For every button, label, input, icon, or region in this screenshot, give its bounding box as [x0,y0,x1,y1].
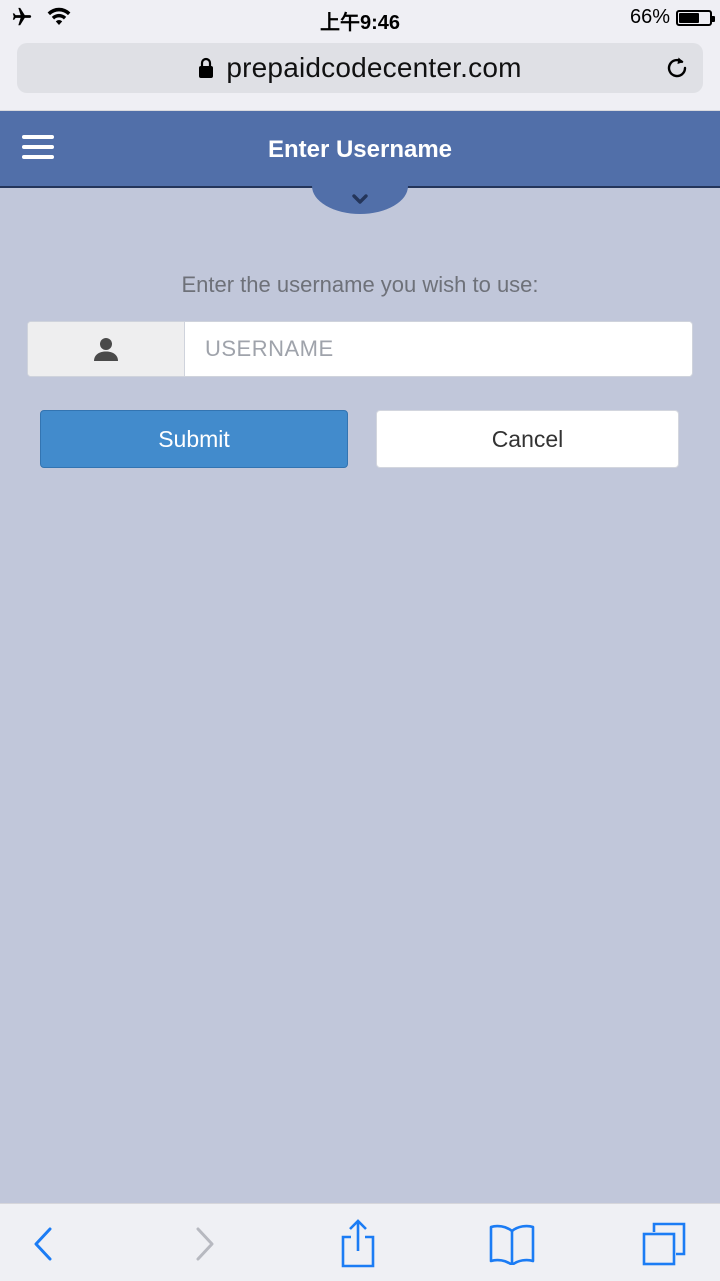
battery-level [679,12,699,23]
reload-icon[interactable] [663,54,691,82]
page-header: Enter Username [0,111,720,188]
book-icon [489,1224,535,1265]
back-button[interactable] [16,1216,72,1272]
status-right: 66% [629,6,715,29]
chevron-left-icon [34,1227,52,1261]
forward-button[interactable] [176,1216,232,1272]
browser-toolbar [0,1203,720,1281]
username-input-group [27,321,693,377]
url-wrap: prepaidcodecenter.com [17,43,703,93]
submit-button[interactable]: Submit [40,410,348,468]
browser-address-area: prepaidcodecenter.com [0,36,720,111]
username-prompt: Enter the username you wish to use: [181,272,539,297]
tabs-icon [642,1222,686,1266]
battery-percent: 66% [629,6,670,28]
user-icon [94,338,118,361]
url-text: prepaidcodecenter.com [226,52,522,83]
battery-icon [676,9,715,26]
status-time: 上午9:46 [319,12,401,34]
page-title: Enter Username [267,136,453,163]
address-bar[interactable]: prepaidcodecenter.com [17,43,703,93]
chevron-right-icon [196,1227,214,1261]
tabs-button[interactable] [636,1216,692,1272]
lock-icon [199,57,214,78]
status-bar: 上午9:46 66% [0,0,720,36]
header-expand-tab[interactable] [312,186,408,214]
bookmarks-button[interactable] [484,1216,540,1272]
share-button[interactable] [330,1216,386,1272]
chevron-down-icon [352,194,368,204]
username-input[interactable] [185,322,690,376]
share-icon [341,1219,375,1268]
cancel-button[interactable]: Cancel [376,410,679,468]
username-addon [28,322,185,376]
